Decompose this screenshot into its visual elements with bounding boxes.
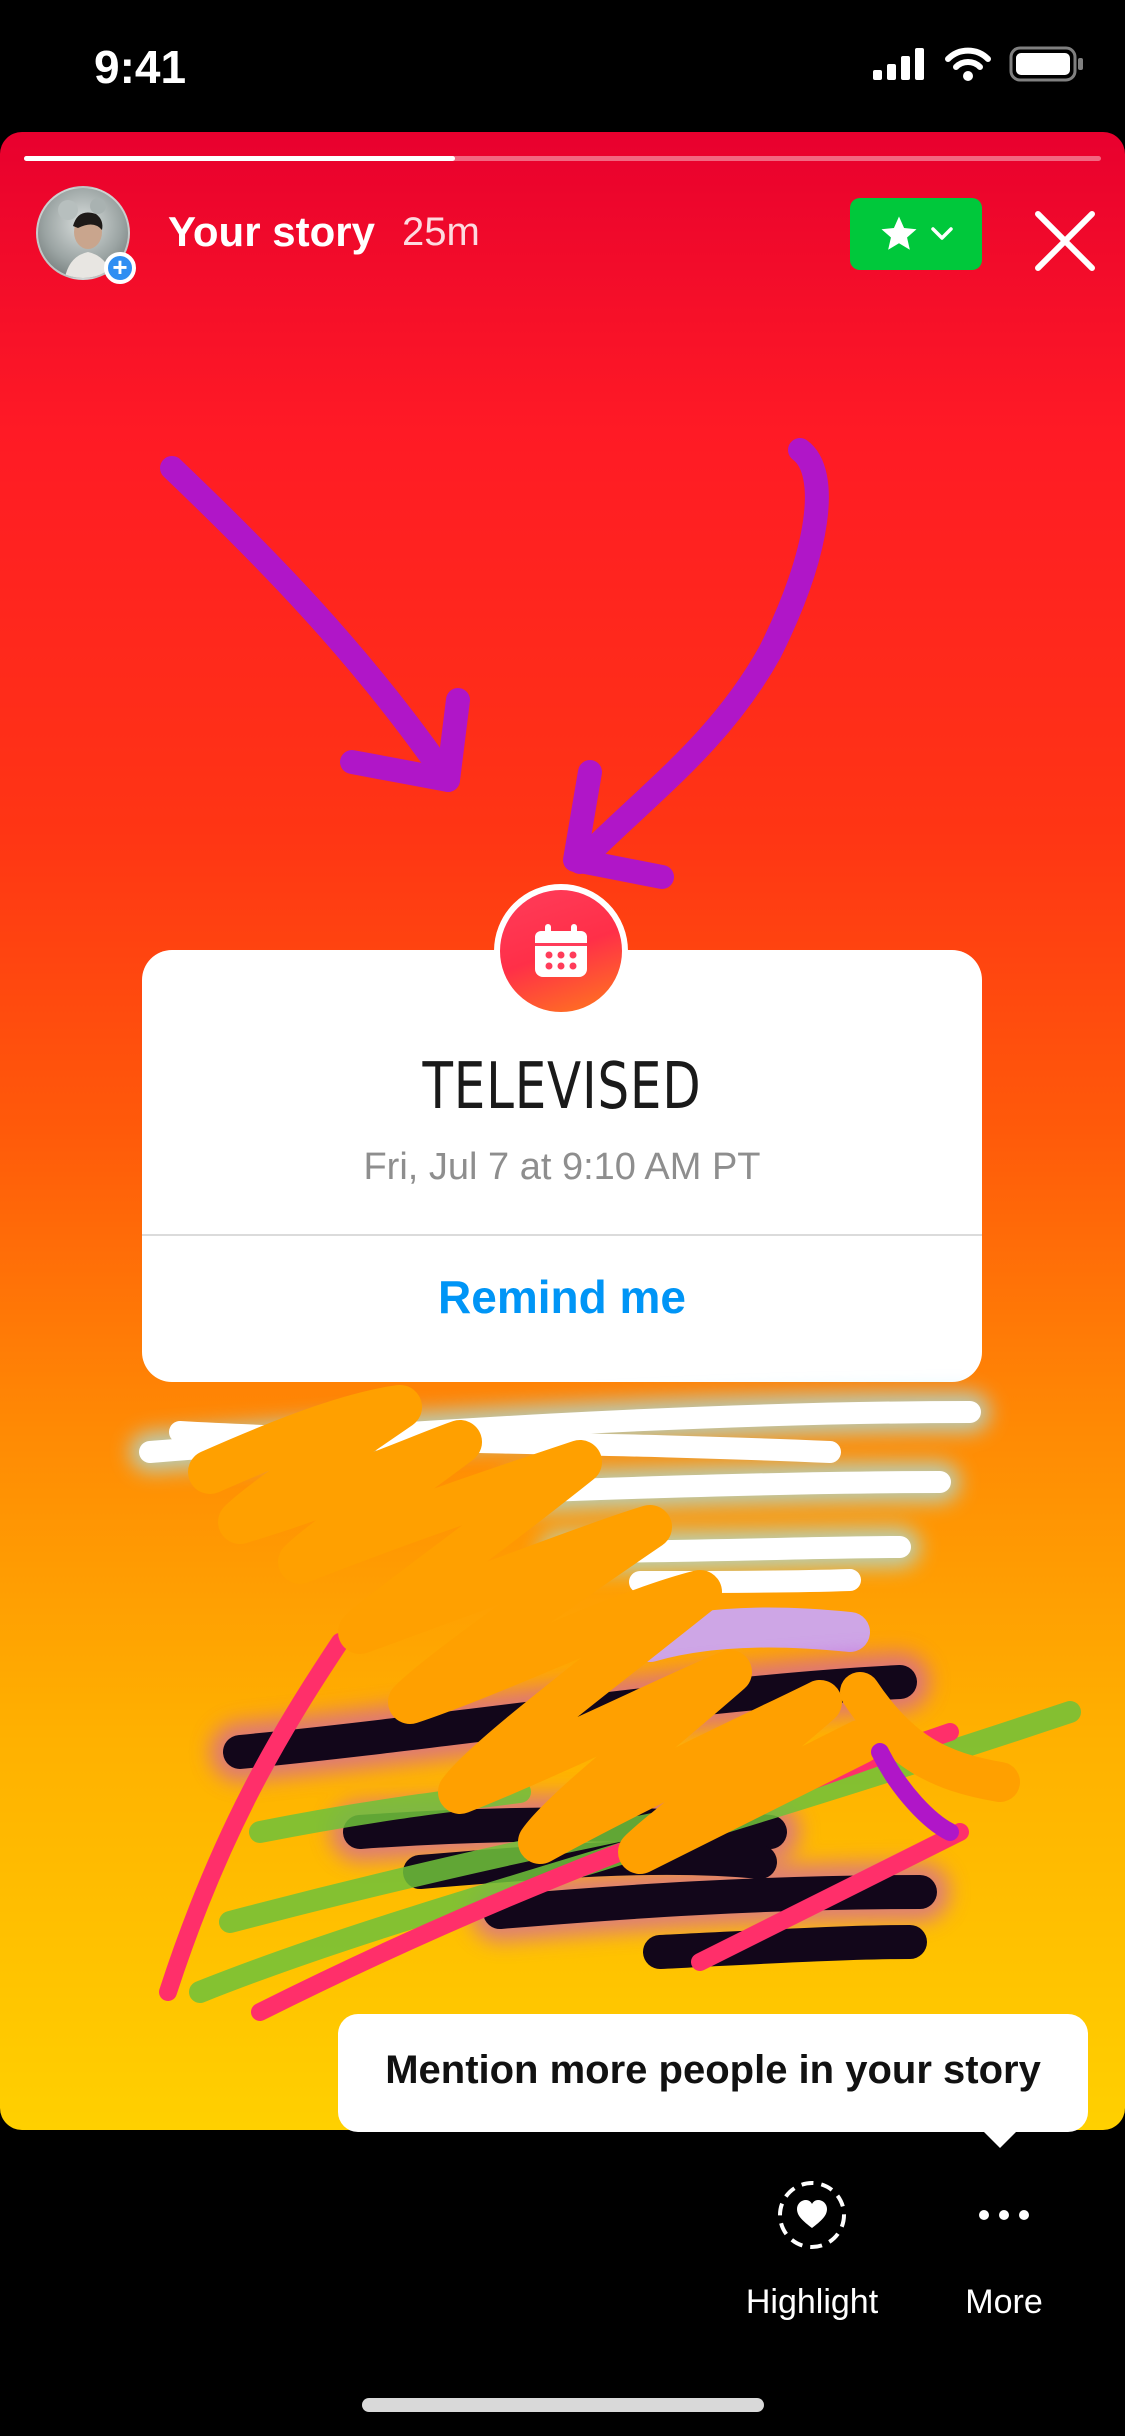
mention-tooltip[interactable]: Mention more people in your story xyxy=(338,2014,1088,2132)
more-label: More xyxy=(965,2283,1043,2321)
highlight-button[interactable]: Highlight xyxy=(712,2178,912,2322)
cellular-signal-icon xyxy=(873,48,924,80)
tooltip-text: Mention more people in your story xyxy=(385,2048,1041,2092)
more-button[interactable]: More xyxy=(904,2178,1104,2322)
scribble-drawing xyxy=(130,1385,1081,2021)
status-time: 9:41 xyxy=(94,41,187,93)
wifi-icon xyxy=(945,47,991,81)
tooltip-tail xyxy=(980,2128,1020,2148)
highlight-heart-icon xyxy=(778,2181,846,2249)
story-viewer[interactable]: + Your story 25m TELEVISED Fri, Jul 7 at… xyxy=(0,132,1125,2130)
more-dots-icon xyxy=(979,2210,1029,2220)
battery-icon xyxy=(1009,46,1083,82)
home-indicator[interactable] xyxy=(362,2398,764,2412)
status-icons xyxy=(873,46,1085,82)
highlight-label: Highlight xyxy=(745,2283,879,2321)
